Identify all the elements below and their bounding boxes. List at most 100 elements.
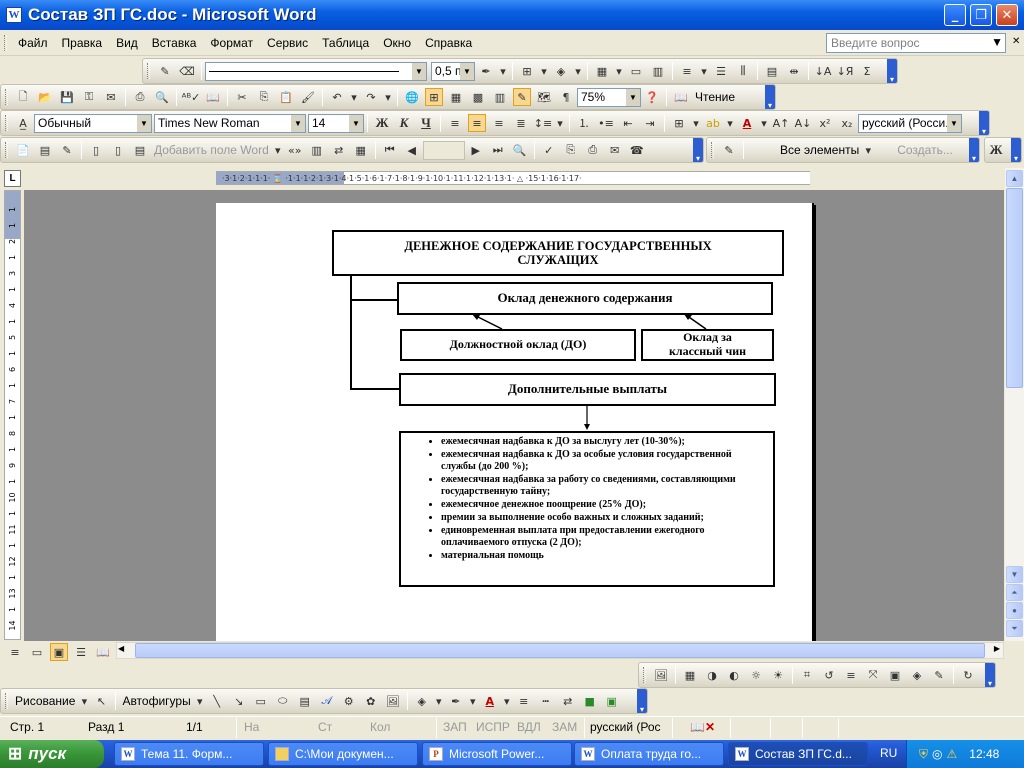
toolbar-options-icon[interactable]: ▾ (887, 59, 897, 83)
menu-window[interactable]: Окно (376, 34, 418, 52)
toolbar-grip[interactable] (711, 142, 714, 158)
format-painter-icon[interactable]: 🖌 (299, 88, 317, 106)
taskbar-item[interactable]: W Состав ЗП ГС.d... (728, 742, 868, 766)
network-icon[interactable]: ◎ (932, 747, 942, 761)
research-icon[interactable]: 📖 (204, 88, 222, 106)
toolbar-options-icon[interactable]: ▾ (693, 138, 703, 162)
shadow-style-icon[interactable]: ■ (581, 692, 599, 710)
warning-icon[interactable]: ⚠ (947, 747, 958, 761)
status-record[interactable]: ЗАП (443, 720, 467, 734)
chevron-down-icon[interactable]: ▾ (80, 692, 88, 710)
recipients-icon[interactable]: ✎ (58, 141, 76, 159)
line-style-icon[interactable]: ≡ (515, 692, 533, 710)
propagate-labels-icon[interactable]: ▦ (352, 141, 370, 159)
display-review-icon[interactable]: ✎ (720, 141, 738, 159)
maximize-button[interactable]: ❐ (970, 4, 992, 26)
reading-button[interactable]: Чтение (692, 90, 738, 104)
autofit-icon[interactable]: ⇹ (785, 62, 803, 80)
chevron-down-icon[interactable]: ▼ (947, 114, 961, 132)
toolbar-options-icon[interactable]: ▾ (1011, 138, 1021, 162)
show-hide-icon[interactable]: ¶ (557, 88, 575, 106)
menu-tools[interactable]: Сервис (260, 34, 315, 52)
columns-icon[interactable]: ▥ (491, 88, 509, 106)
browse-object-button[interactable]: ● (1006, 602, 1023, 619)
borders-icon[interactable]: ⊞ (518, 62, 536, 80)
font-size-select[interactable]: 14 ▼ (308, 113, 364, 133)
diagram-icon[interactable]: ⚙ (340, 692, 358, 710)
less-contrast-icon[interactable]: ◐ (725, 666, 743, 684)
insert-table-icon[interactable]: ▦ (447, 88, 465, 106)
reset-picture-icon[interactable]: ↻ (959, 666, 977, 684)
zoom-select[interactable]: 75% ▼ (577, 87, 641, 107)
select-objects-icon[interactable]: ↖ (92, 692, 110, 710)
scroll-thumb[interactable] (1006, 188, 1023, 388)
menu-help[interactable]: Справка (418, 34, 479, 52)
save-icon[interactable]: 💾 (58, 88, 76, 106)
normal-view-icon[interactable]: ≡ (6, 643, 24, 661)
drawing-menu-button[interactable]: Рисование (12, 694, 78, 708)
toolbar-grip[interactable] (643, 667, 646, 683)
word-doc-icon[interactable]: W (6, 7, 22, 23)
text-box-icon[interactable]: ▤ (296, 692, 314, 710)
chevron-down-icon[interactable]: ▾ (196, 692, 204, 710)
print-icon[interactable]: ⎙ (131, 88, 149, 106)
chevron-down-icon[interactable]: ▾ (499, 62, 507, 80)
security-shield-icon[interactable]: ⛨ (919, 747, 928, 762)
more-contrast-icon[interactable]: ◑ (703, 666, 721, 684)
toolbar-grip[interactable] (5, 89, 8, 105)
drawing-icon[interactable]: ✎ (513, 88, 531, 106)
merge-to-document-icon[interactable]: ⎘ (562, 141, 580, 159)
superscript-icon[interactable]: x² (816, 114, 834, 132)
scroll-down-button[interactable]: ▼ (1006, 566, 1023, 583)
vertical-scrollbar[interactable]: ▲ ▼ ⏶ ● ⏷ (1005, 168, 1024, 641)
open-data-source-icon[interactable]: ▤ (36, 141, 54, 159)
arrow-icon[interactable]: ↘ (230, 692, 248, 710)
decrease-indent-icon[interactable]: ⇤ (619, 114, 637, 132)
rectangle-icon[interactable]: ▭ (252, 692, 270, 710)
chevron-down-icon[interactable]: ▼ (137, 114, 151, 132)
scroll-left-button[interactable]: ◀ (118, 644, 124, 653)
highlight-icon[interactable]: ab (704, 114, 722, 132)
taskbar-item[interactable]: W Оплата труда го... (574, 742, 724, 766)
print-layout-icon[interactable]: ▣ (50, 643, 68, 661)
grow-font-icon[interactable]: A↑ (772, 114, 790, 132)
show-elements-button[interactable]: Все элементы (777, 143, 862, 157)
align-cell-icon[interactable]: ≡ (678, 62, 696, 80)
numbering-icon[interactable]: ⒈ (575, 114, 593, 132)
line-weight-select[interactable]: 0,5 пт ▼ (431, 61, 475, 81)
styles-formatting-icon[interactable]: A̲ (14, 114, 32, 132)
tables-borders-icon[interactable]: ⊞ (425, 88, 443, 106)
web-layout-icon[interactable]: ▭ (28, 643, 46, 661)
format-picture-icon[interactable]: ◈ (908, 666, 926, 684)
vertical-ruler[interactable]: 1 1 2 1 3 1 4 1 5 1 6 1 7 1 8 1 9 1 10 1 11 1 12 1 13 1 14 (4, 190, 21, 640)
undo-icon[interactable]: ↶ (328, 88, 346, 106)
menu-insert[interactable]: Вставка (145, 34, 204, 52)
chevron-down-icon[interactable]: ▾ (274, 141, 282, 159)
bold-button[interactable]: Ж (373, 114, 391, 132)
close-button[interactable]: ✕ (996, 4, 1018, 26)
chevron-down-icon[interactable]: ▾ (692, 114, 700, 132)
chevron-down-icon[interactable]: ▾ (760, 114, 768, 132)
insert-picture-icon[interactable]: 🖼 (384, 692, 402, 710)
email-icon[interactable]: ✉ (102, 88, 120, 106)
split-cells-icon[interactable]: ▥ (649, 62, 667, 80)
toolbar-grip[interactable] (5, 693, 8, 709)
document-close-icon[interactable]: ✕ (1012, 36, 1020, 47)
chevron-down-icon[interactable]: ▾ (726, 114, 734, 132)
toolbar-grip[interactable] (5, 115, 8, 131)
chevron-down-icon[interactable]: ▾ (700, 62, 708, 80)
subscript-icon[interactable]: x₂ (838, 114, 856, 132)
check-errors-icon[interactable]: ✓ (540, 141, 558, 159)
start-button[interactable]: ⊞ пуск (0, 740, 104, 768)
chevron-down-icon[interactable]: ▼ (991, 35, 1003, 49)
tab-selector[interactable]: L (4, 170, 21, 187)
main-document-setup-icon[interactable]: 📄 (14, 141, 32, 159)
permission-icon[interactable]: ⚿ (80, 88, 98, 106)
reading-icon[interactable]: 📖 (672, 88, 690, 106)
borders-icon[interactable]: ⊞ (670, 114, 688, 132)
line-color-icon[interactable]: ✒ (447, 692, 465, 710)
autosum-icon[interactable]: Σ (858, 62, 876, 80)
oval-icon[interactable]: ⬭ (274, 692, 292, 710)
compress-icon[interactable]: ⤧ (864, 666, 882, 684)
bullets-icon[interactable]: •≡ (597, 114, 615, 132)
